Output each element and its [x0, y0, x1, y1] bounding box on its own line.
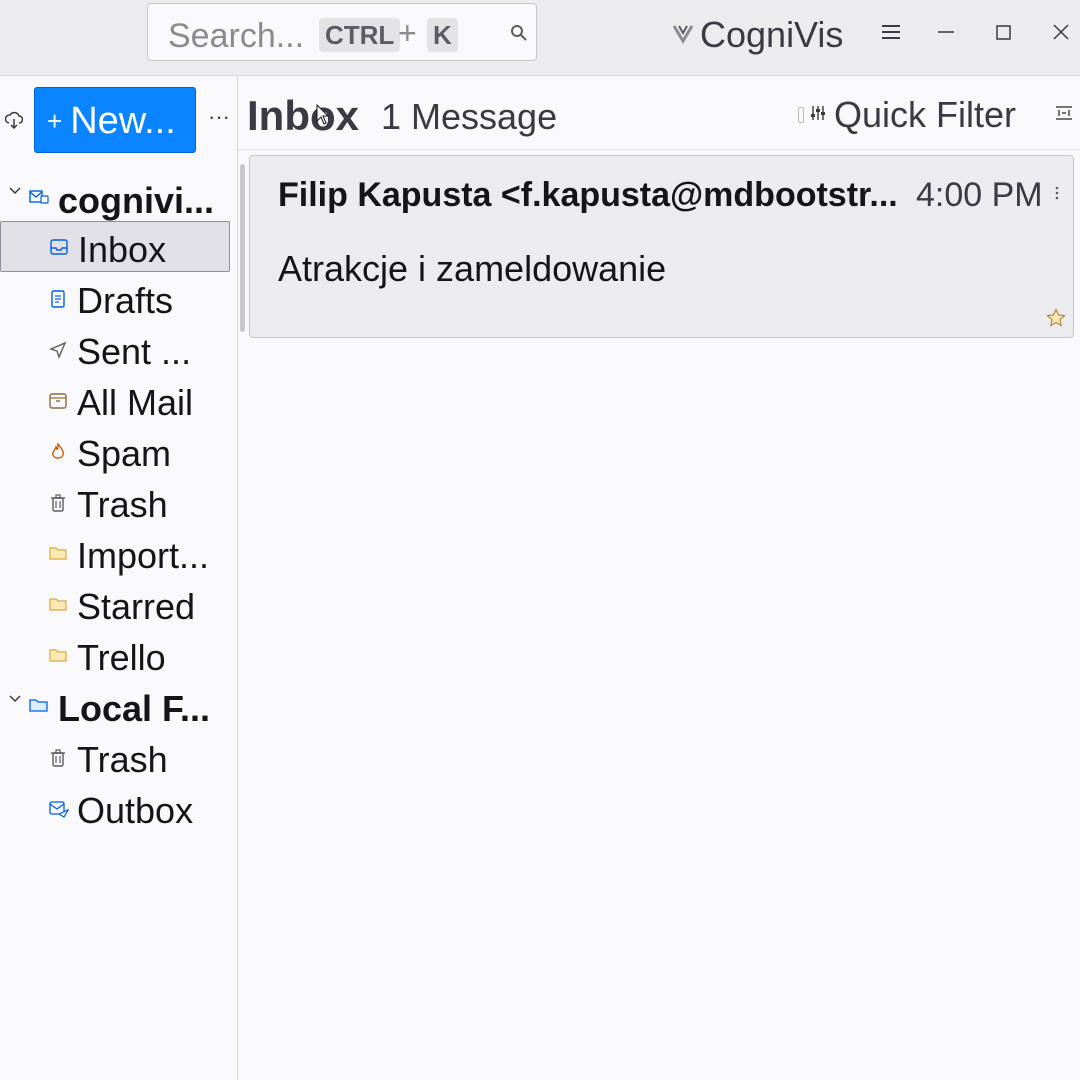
- star-icon[interactable]: [1046, 308, 1066, 333]
- display-options-icon[interactable]: [1055, 104, 1073, 127]
- kebab-menu-icon[interactable]: [1055, 186, 1059, 205]
- app-logo-icon: [672, 22, 694, 49]
- chevron-down-icon[interactable]: [8, 692, 22, 711]
- account-row[interactable]: cognivi...: [0, 176, 237, 222]
- folder-icon: [49, 647, 67, 668]
- archive-icon: [49, 392, 67, 415]
- maximize-icon[interactable]: [995, 24, 1013, 47]
- mouse-cursor-icon: [316, 103, 330, 131]
- outbox-icon: [49, 800, 70, 823]
- folder-label: Spam: [77, 433, 172, 474]
- account-mail-icon: [29, 189, 49, 210]
- drafts-icon: [49, 290, 67, 313]
- folder-label: Sent ...: [77, 331, 192, 372]
- close-icon[interactable]: [1052, 23, 1070, 46]
- message-time: 4:00 PM: [916, 176, 1043, 214]
- new-message-label: New...: [70, 100, 176, 142]
- trash-icon: [49, 749, 67, 772]
- local-folders-icon: [29, 697, 49, 718]
- search-icon[interactable]: [510, 24, 528, 47]
- shortcut-plus: +: [398, 15, 417, 51]
- folder-pane: + New... ··· cognivi... Inbox Drafts Sent…: [0, 76, 238, 1080]
- folder-label: All Mail: [77, 382, 194, 423]
- folder-icon: [49, 596, 67, 617]
- folder-label: Trash: [77, 484, 168, 525]
- thread-pane-header: Inbox 1 Message Quick Filter: [238, 76, 1080, 150]
- folder-label: Starred: [77, 586, 196, 627]
- account-name: Local F...: [58, 688, 211, 729]
- account-row[interactable]: Local F...: [0, 684, 237, 730]
- filter-sliders-icon: [810, 105, 826, 126]
- search-input[interactable]: Search... CTRL + K: [147, 3, 537, 61]
- folder-outbox[interactable]: Outbox: [0, 783, 230, 834]
- quick-filter-label: Quick Filter: [834, 94, 1017, 135]
- folder-pane-scrollbar[interactable]: [240, 164, 245, 332]
- chevron-down-icon[interactable]: [8, 184, 22, 203]
- app-brand: CogniVis: [672, 14, 843, 56]
- folder-label: Trash: [77, 739, 168, 780]
- message-card[interactable]: Filip Kapusta <f.kapusta@mdbootstr... 4:…: [249, 155, 1074, 338]
- spam-icon: [49, 441, 67, 466]
- trash-icon: [49, 494, 67, 517]
- new-message-button[interactable]: + New...: [34, 87, 196, 153]
- more-options-button[interactable]: ···: [208, 104, 230, 130]
- folder-drafts[interactable]: Drafts: [0, 273, 230, 324]
- folder-spam[interactable]: Spam: [0, 426, 230, 477]
- folder-trello[interactable]: Trello: [0, 630, 230, 681]
- sent-icon: [49, 341, 67, 364]
- quick-filter-toggle[interactable]: [798, 107, 804, 123]
- inbox-icon: [50, 239, 68, 260]
- folder-inbox[interactable]: Inbox: [0, 221, 230, 272]
- folder-sent[interactable]: Sent ...: [0, 324, 230, 375]
- folder-label: Outbox: [77, 790, 194, 831]
- message-sender: Filip Kapusta <f.kapusta@mdbootstr...: [278, 176, 898, 214]
- folder-starred[interactable]: Starred: [0, 579, 230, 630]
- folder-label: Drafts: [77, 280, 174, 321]
- folder-all-mail[interactable]: All Mail: [0, 375, 230, 426]
- quick-filter-button[interactable]: Quick Filter: [798, 94, 1016, 136]
- folder-label: Inbox: [78, 229, 167, 270]
- folder-import[interactable]: Import...: [0, 528, 230, 579]
- message-subject: Atrakcje i zameldowanie: [278, 248, 667, 289]
- folder-icon: [49, 545, 67, 566]
- folder-trash[interactable]: Trash: [0, 477, 230, 528]
- app-menu-icon[interactable]: [880, 22, 902, 47]
- folder-label: Trello: [77, 637, 166, 678]
- folder-title: Inbox: [247, 92, 359, 139]
- minimize-icon[interactable]: [937, 22, 955, 47]
- plus-icon: +: [47, 106, 63, 136]
- search-placeholder: Search...: [168, 17, 305, 55]
- app-name: CogniVis: [700, 14, 844, 55]
- account-name: cognivi...: [58, 180, 215, 221]
- folder-label: Import...: [77, 535, 210, 576]
- get-messages-icon[interactable]: [4, 111, 24, 134]
- shortcut-k-key: K: [427, 18, 458, 52]
- message-count: 1 Message: [381, 96, 558, 137]
- shortcut-ctrl-key: CTRL: [319, 18, 401, 52]
- title-bar: Search... CTRL + K CogniVis: [0, 0, 1080, 76]
- folder-local-trash[interactable]: Trash: [0, 732, 230, 783]
